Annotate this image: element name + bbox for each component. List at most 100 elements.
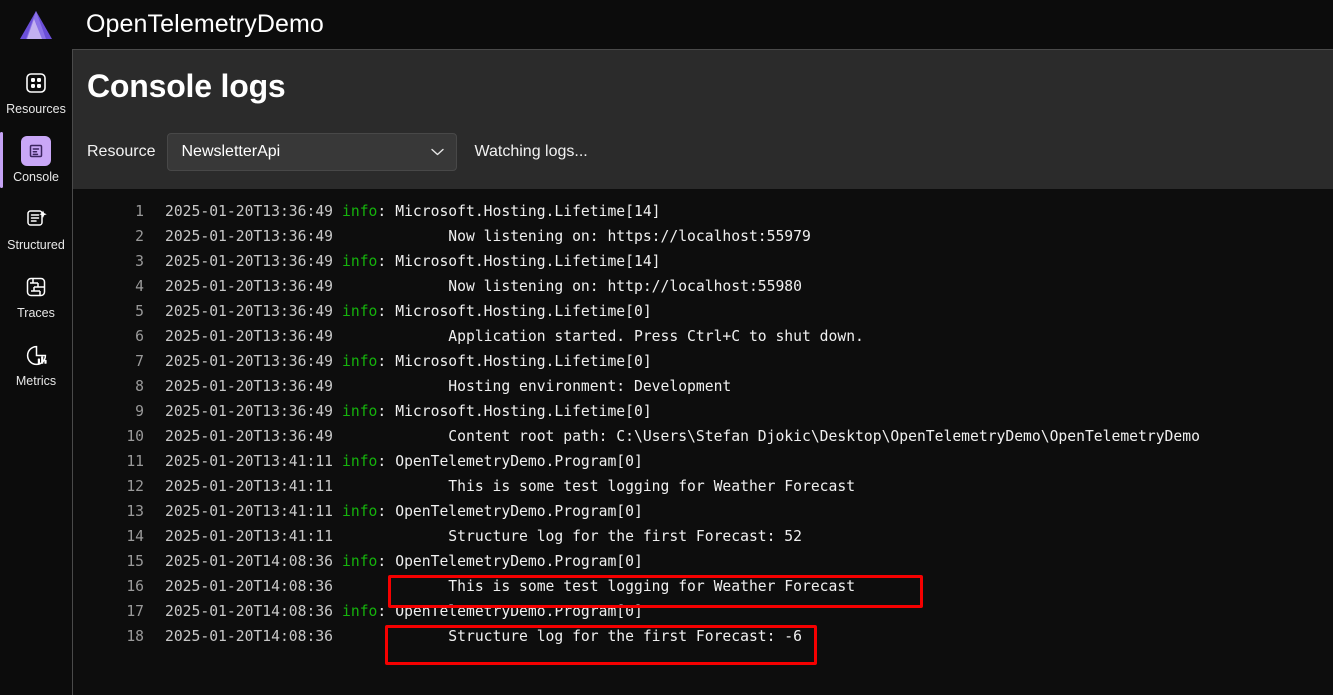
log-line-number: 3 (135, 253, 144, 270)
log-line-number: 1 (135, 203, 144, 220)
structured-logs-icon (21, 204, 51, 234)
sidebar-item-traces[interactable]: Traces (0, 262, 72, 330)
log-level: info (342, 353, 378, 370)
log-line-number: 16 (126, 578, 144, 595)
log-level: info (342, 603, 378, 620)
log-message: Structure log for the first Forecast: 52 (395, 528, 802, 545)
log-timestamp: 2025-01-20T13:36:49 (165, 403, 334, 420)
log-level: info (342, 203, 378, 220)
log-timestamp: 2025-01-20T13:41:11 (165, 453, 334, 470)
log-line-number: 18 (126, 628, 144, 645)
log-level-separator: : (377, 403, 387, 420)
log-level (333, 628, 377, 645)
log-timestamp: 2025-01-20T13:41:11 (165, 528, 334, 545)
sidebar-item-label: Resources (6, 102, 66, 117)
traces-icon (21, 272, 51, 302)
log-message: OpenTelemetryDemo.Program[0] (395, 603, 643, 620)
log-level: info (342, 403, 378, 420)
filter-toolbar: Resource NewsletterApi Watching logs... (87, 133, 588, 171)
log-level (333, 578, 377, 595)
sidebar-item-label: Traces (17, 306, 55, 321)
log-message: This is some test logging for Weather Fo… (395, 478, 856, 495)
log-level-separator: : (377, 253, 387, 270)
log-line-number: 11 (126, 453, 144, 470)
log-message: Now listening on: http://localhost:55980 (395, 278, 802, 295)
log-timestamp: 2025-01-20T13:36:49 (165, 278, 334, 295)
log-line: 2 2025-01-20T13:36:49 Now listening on: h… (73, 224, 1333, 249)
log-timestamp: 2025-01-20T13:41:11 (165, 478, 334, 495)
log-line-number: 6 (135, 328, 144, 345)
log-message: This is some test logging for Weather Fo… (395, 578, 856, 595)
sidebar-item-label: Metrics (15, 374, 57, 389)
metrics-chart-icon (21, 340, 51, 370)
log-level (333, 378, 377, 395)
log-level-separator: : (377, 203, 387, 220)
log-line-number: 10 (126, 428, 144, 445)
log-level: info (342, 453, 378, 470)
log-level-separator (377, 628, 386, 645)
sidebar-item-resources[interactable]: Resources (0, 58, 72, 126)
aspire-dashboard: OpenTelemetryDemo Resources Console Stru… (0, 0, 1333, 695)
log-line: 17 2025-01-20T14:08:36 info: OpenTelemetryD… (73, 599, 1333, 624)
log-line-number: 13 (126, 503, 144, 520)
log-line: 14 2025-01-20T13:41:11 Structure log for … (73, 524, 1333, 549)
log-level-separator (377, 528, 386, 545)
log-line: 18 2025-01-20T14:08:36 Structure log for … (73, 624, 1333, 649)
resources-grid-icon (21, 68, 51, 98)
log-level-separator: : (377, 353, 387, 370)
sidebar-item-structured[interactable]: Structured (0, 194, 72, 262)
log-line: 3 2025-01-20T13:36:49 info: Microsoft.Hosti… (73, 249, 1333, 274)
log-level: info (342, 303, 378, 320)
log-line: 8 2025-01-20T13:36:49 Hosting environment… (73, 374, 1333, 399)
log-timestamp: 2025-01-20T13:36:49 (165, 203, 334, 220)
log-message: Microsoft.Hosting.Lifetime[14] (395, 203, 661, 220)
main-content: Console logs Resource NewsletterApi Watc… (72, 49, 1333, 695)
resource-label: Resource (87, 143, 156, 160)
log-level (333, 228, 377, 245)
log-message: Structure log for the first Forecast: -6 (395, 628, 802, 645)
log-line-number: 9 (135, 403, 144, 420)
log-timestamp: 2025-01-20T13:36:49 (165, 328, 334, 345)
log-message: Content root path: C:\Users\Stefan Djoki… (395, 428, 1200, 445)
log-line: 12 2025-01-20T13:41:11 This is some test … (73, 474, 1333, 499)
log-message: OpenTelemetryDemo.Program[0] (395, 453, 643, 470)
log-line-number: 14 (126, 528, 144, 545)
log-message: Microsoft.Hosting.Lifetime[0] (395, 403, 652, 420)
log-level-separator: : (377, 453, 387, 470)
log-line-number: 17 (126, 603, 144, 620)
log-message: OpenTelemetryDemo.Program[0] (395, 553, 643, 570)
log-line-number: 8 (135, 378, 144, 395)
log-line: 15 2025-01-20T14:08:36 info: OpenTelemetryD… (73, 549, 1333, 574)
aspire-logo-icon[interactable] (0, 0, 72, 49)
log-line: 7 2025-01-20T13:36:49 info: Microsoft.Hosti… (73, 349, 1333, 374)
log-line-number: 4 (135, 278, 144, 295)
log-message: Microsoft.Hosting.Lifetime[14] (395, 253, 661, 270)
log-timestamp: 2025-01-20T14:08:36 (165, 628, 334, 645)
log-level-separator: : (377, 303, 387, 320)
log-message: Application started. Press Ctrl+C to shu… (395, 328, 864, 345)
log-line-number: 2 (135, 228, 144, 245)
console-logs-header: Console logs Resource NewsletterApi Watc… (72, 49, 1333, 189)
sidebar-item-console[interactable]: Console (0, 126, 72, 194)
log-timestamp: 2025-01-20T14:08:36 (165, 603, 334, 620)
log-line: 13 2025-01-20T13:41:11 info: OpenTelemetryD… (73, 499, 1333, 524)
log-level-separator (377, 328, 386, 345)
resource-select[interactable]: NewsletterApi (167, 133, 458, 171)
app-title: OpenTelemetryDemo (86, 10, 324, 38)
log-line: 5 2025-01-20T13:36:49 info: Microsoft.Hosti… (73, 299, 1333, 324)
log-line-number: 7 (135, 353, 144, 370)
log-level-separator: : (377, 503, 387, 520)
log-timestamp: 2025-01-20T13:36:49 (165, 428, 334, 445)
console-log-output[interactable]: 1 2025-01-20T13:36:49 info: Microsoft.Hosti… (72, 189, 1333, 695)
log-level-separator: : (377, 553, 387, 570)
top-bar: OpenTelemetryDemo (0, 0, 1333, 49)
watching-status: Watching logs... (474, 143, 588, 160)
chevron-down-icon (431, 143, 445, 161)
log-level: info (342, 253, 378, 270)
log-timestamp: 2025-01-20T13:41:11 (165, 503, 334, 520)
log-message: Now listening on: https://localhost:5597… (395, 228, 811, 245)
sidebar-item-metrics[interactable]: Metrics (0, 330, 72, 398)
log-message: Microsoft.Hosting.Lifetime[0] (395, 353, 652, 370)
log-line-number: 5 (135, 303, 144, 320)
sidebar-item-label: Structured (7, 238, 65, 253)
